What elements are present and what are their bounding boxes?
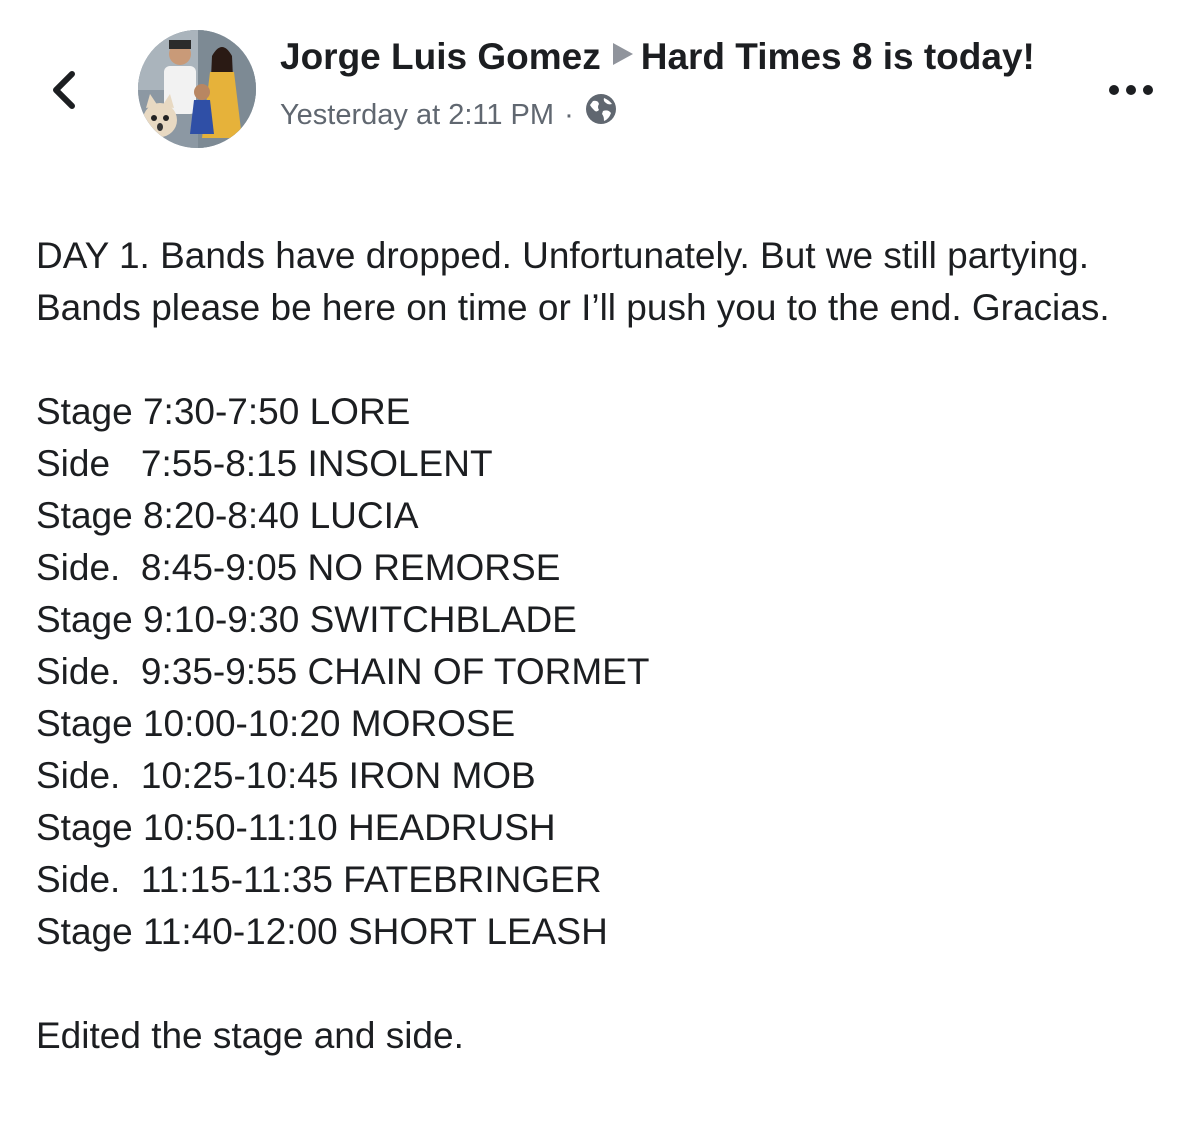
meta-separator: · [564, 98, 574, 131]
avatar[interactable] [138, 30, 256, 148]
author-name[interactable]: Jorge Luis Gomez [280, 36, 601, 77]
post-body: DAY 1. Bands have dropped. Unfortunately… [36, 230, 1166, 1062]
back-button[interactable] [44, 62, 88, 118]
event-title[interactable]: Hard Times 8 is today! [641, 36, 1035, 77]
schedule-line: Side. 11:15-11:35 FATEBRINGER [36, 859, 602, 900]
globe-icon[interactable] [584, 92, 618, 137]
schedule-line: Stage 10:00-10:20 MOROSE [36, 703, 516, 744]
post-meta: Yesterday at 2:11 PM · [280, 92, 1060, 137]
more-options-button[interactable] [1106, 78, 1162, 102]
post-timestamp[interactable]: Yesterday at 2:11 PM [280, 95, 554, 135]
schedule-line: Stage 11:40-12:00 SHORT LEASH [36, 911, 608, 952]
schedule-line: Side. 8:45-9:05 NO REMORSE [36, 547, 561, 588]
schedule-line: Stage 9:10-9:30 SWITCHBLADE [36, 599, 577, 640]
schedule-line: Side. 10:25-10:45 IRON MOB [36, 755, 536, 796]
post-header: Jorge Luis Gomez Hard Times 8 is today! Y… [280, 32, 1060, 137]
schedule-list: Stage 7:30-7:50 LORE Side 7:55-8:15 INSO… [36, 386, 1166, 958]
schedule-line: Side. 9:35-9:55 CHAIN OF TORMET [36, 651, 650, 692]
triangle-right-icon [609, 32, 635, 80]
chevron-left-icon [53, 71, 75, 109]
post-intro: DAY 1. Bands have dropped. Unfortunately… [36, 235, 1110, 328]
schedule-line: Stage 7:30-7:50 LORE [36, 391, 411, 432]
schedule-line: Stage 8:20-8:40 LUCIA [36, 495, 419, 536]
avatar-photo [138, 30, 256, 148]
more-horizontal-icon [1109, 85, 1153, 95]
post-title: Jorge Luis Gomez Hard Times 8 is today! [280, 32, 1060, 86]
schedule-line: Stage 10:50-11:10 HEADRUSH [36, 807, 556, 848]
schedule-line: Side 7:55-8:15 INSOLENT [36, 443, 493, 484]
post-outro: Edited the stage and side. [36, 1015, 464, 1056]
